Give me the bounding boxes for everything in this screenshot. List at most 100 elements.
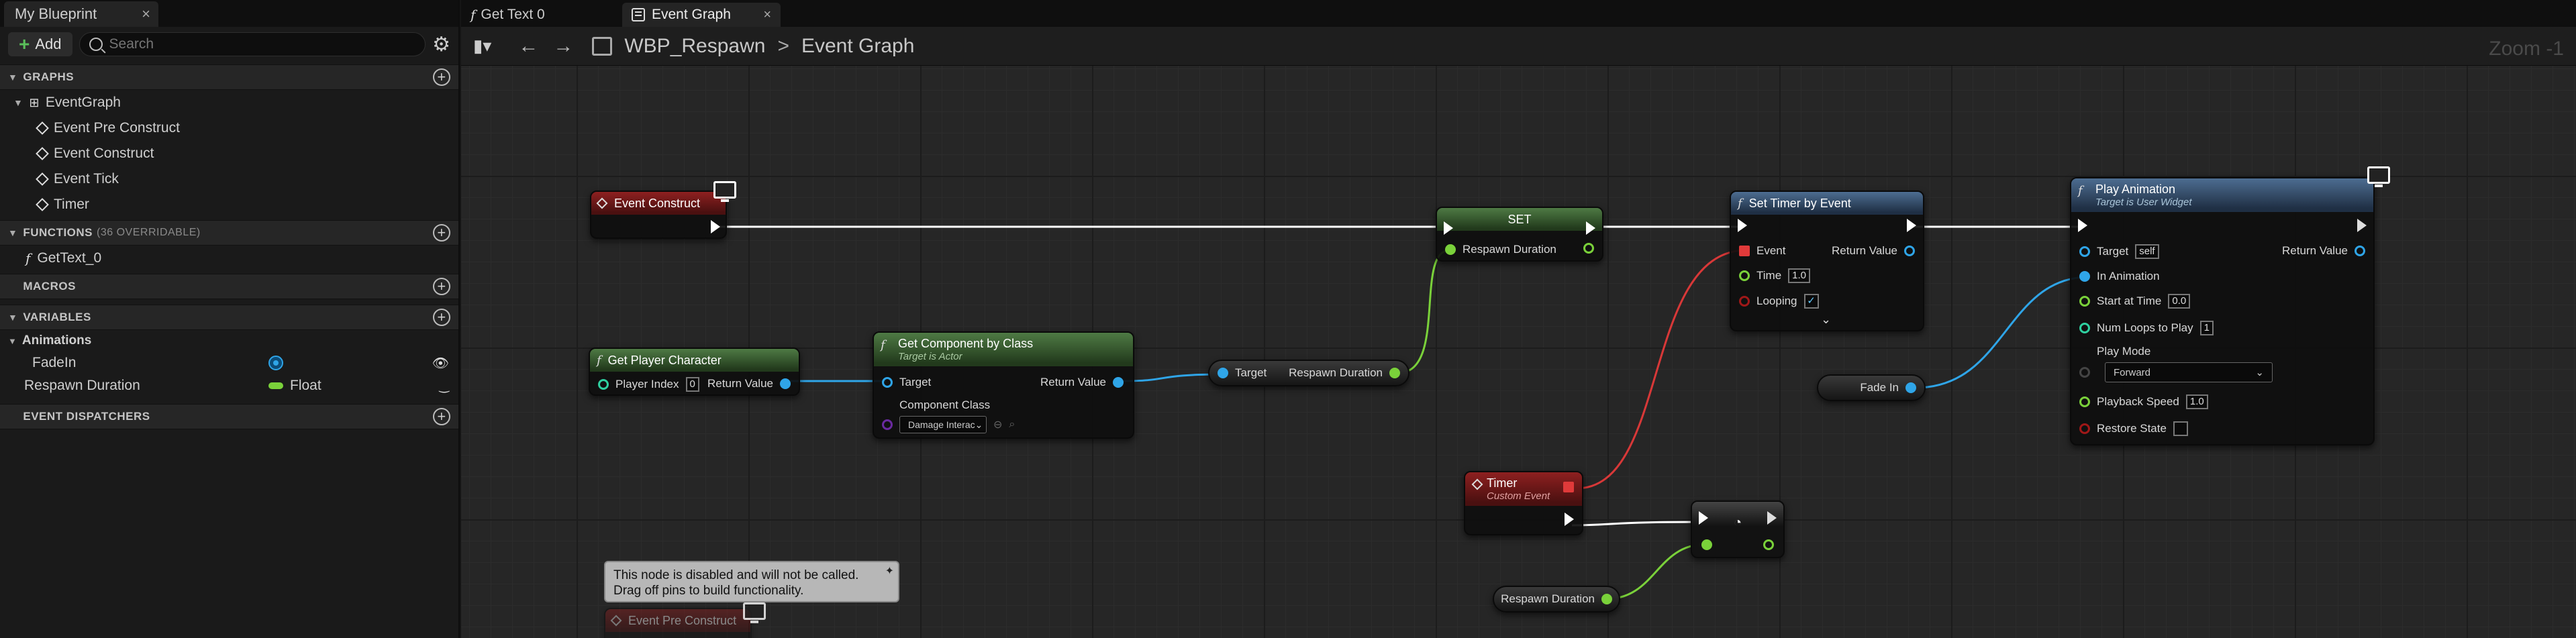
return-value-pin[interactable]: Return Value [707, 377, 791, 390]
respawn-duration-in-pin[interactable]: Respawn Duration [1445, 243, 1556, 256]
node-set[interactable]: SET Respawn Duration [1436, 207, 1603, 262]
exec-out-pin[interactable] [1767, 511, 1777, 525]
tree-item-eventgraph[interactable]: ▼ ⊞ EventGraph [0, 90, 458, 115]
component-class-dropdown[interactable]: Damage Interac ⌄ [899, 416, 987, 433]
close-icon[interactable]: × [763, 7, 771, 23]
target-pin[interactable]: Target [1218, 366, 1267, 380]
node-get-component-by-class[interactable]: f Get Component by Class Target is Actor… [873, 331, 1134, 439]
variable-fadein[interactable]: FadeIn 👁 [0, 352, 458, 374]
node-respawn-duration-getter[interactable]: Target Respawn Duration [1208, 360, 1409, 386]
exec-in-pin[interactable] [2078, 219, 2087, 232]
delegate-out-pin[interactable] [1563, 482, 1574, 492]
respawn-duration-out-pin[interactable]: Respawn Duration [1501, 592, 1612, 606]
exec-out-pin[interactable] [1907, 219, 1916, 232]
target-pin[interactable]: Target self [2079, 244, 2159, 259]
node-event-construct[interactable]: Event Construct [590, 191, 727, 239]
add-macro-icon[interactable]: + [433, 278, 450, 295]
tree-item-gettext[interactable]: f GetText_0 [0, 246, 458, 271]
node-play-animation[interactable]: f Play Animation Target is User Widget T… [2070, 177, 2375, 445]
tree-item-event-tick[interactable]: Event Tick [0, 166, 458, 192]
use-selected-icon[interactable]: ⊖ [993, 418, 1002, 431]
start-at-time-value[interactable]: 0.0 [2168, 294, 2191, 309]
breadcrumb-blueprint[interactable]: WBP_Respawn [624, 35, 765, 58]
playback-speed-pin[interactable]: Playback Speed 1.0 [2079, 394, 2208, 409]
section-event-dispatchers[interactable]: ▼ EVENT DISPATCHERS + [0, 404, 458, 429]
eye-closed-icon[interactable]: ‿ [440, 379, 449, 393]
variable-category-animations[interactable]: ▼ Animations [0, 330, 458, 352]
variable-type[interactable] [268, 356, 283, 370]
search-input[interactable] [109, 36, 426, 52]
play-mode-dropdown[interactable]: Forward ⌄ [2105, 362, 2273, 382]
looping-pin[interactable]: Looping ✓ [1739, 294, 1819, 309]
section-macros[interactable]: ▼ MACROS + [0, 274, 458, 299]
event-pin[interactable]: Event [1739, 244, 1785, 258]
exec-in-pin[interactable] [1738, 219, 1747, 232]
close-icon[interactable]: × [142, 5, 150, 23]
duration-in-pin[interactable] [1701, 539, 1712, 550]
restore-state-checkbox[interactable] [2173, 421, 2188, 436]
exec-out-pin[interactable] [2357, 219, 2367, 232]
event-graph-canvas[interactable]: Event Construct f Get Player Character P… [461, 66, 2576, 638]
node-set-timer-by-event[interactable]: f Set Timer by Event Event Return Value … [1730, 191, 1924, 331]
eye-icon[interactable]: 👁 [432, 355, 449, 372]
component-class-pin[interactable]: Component Class Damage Interac ⌄ ⊖ ⌕ [882, 398, 1015, 433]
collapse-arrow-icon[interactable]: ▼ [8, 72, 17, 83]
pin-icon[interactable]: ✦ [885, 564, 894, 579]
time-pin[interactable]: Time 1.0 [1739, 268, 1811, 283]
return-value-pin[interactable]: Return Value [1040, 376, 1124, 389]
tree-item-event-pre-construct[interactable]: Event Pre Construct [0, 115, 458, 141]
variable-respawn-duration[interactable]: Respawn Duration Float ‿ [0, 374, 458, 397]
return-value-pin[interactable]: Return Value [1832, 244, 1915, 258]
node-event-pre-construct[interactable]: Event Pre Construct [604, 608, 752, 638]
expand-chevron-icon[interactable]: ⌄ [1821, 313, 1831, 327]
play-mode-pin[interactable]: Play Mode Forward ⌄ [2079, 345, 2273, 382]
num-loops-value[interactable]: 1 [2199, 321, 2214, 335]
node-fade-in-getter[interactable]: Fade In [1817, 374, 1926, 401]
fade-in-out-pin[interactable]: Fade In [1860, 381, 1916, 394]
collapse-arrow-icon[interactable]: ▼ [8, 312, 17, 323]
time-value[interactable]: 1.0 [1788, 268, 1811, 283]
node-delay[interactable]: ◔ [1691, 500, 1785, 558]
add-variable-icon[interactable]: + [433, 309, 450, 326]
disabled-node-comment[interactable]: This node is disabled and will not be ca… [604, 561, 899, 602]
exec-in-pin[interactable] [1444, 221, 1453, 235]
player-index-pin[interactable]: Player Index 0 [598, 377, 699, 392]
add-graph-icon[interactable]: + [433, 68, 450, 86]
tab-event-graph[interactable]: Event Graph × [622, 3, 781, 27]
section-functions[interactable]: ▼ FUNCTIONS (36 OVERRIDABLE) + [0, 220, 458, 246]
section-graphs[interactable]: ▼ GRAPHS + [0, 64, 458, 90]
exec-out-pin[interactable] [1586, 221, 1595, 235]
return-value-pin[interactable]: Return Value [2282, 244, 2365, 258]
add-event-dispatcher-icon[interactable]: + [433, 408, 450, 425]
exec-out-pin[interactable] [1565, 513, 1574, 526]
tree-item-event-construct[interactable]: Event Construct [0, 141, 458, 166]
bookmark-icon[interactable]: ▮▾ [473, 36, 491, 56]
node-respawn-duration-variable[interactable]: Respawn Duration [1493, 586, 1620, 613]
gear-icon[interactable]: ⚙ [432, 33, 450, 56]
completed-out-pin[interactable] [1763, 539, 1774, 550]
start-at-time-pin[interactable]: Start at Time 0.0 [2079, 294, 2191, 309]
respawn-duration-out-pin[interactable]: Respawn Duration [1289, 366, 1400, 380]
tab-get-text-0[interactable]: f Get Text 0 [461, 3, 615, 27]
collapse-arrow-icon[interactable]: ▼ [13, 97, 23, 108]
node-timer-custom-event[interactable]: Timer Custom Event [1464, 471, 1583, 535]
add-function-icon[interactable]: + [433, 224, 450, 242]
collapse-arrow-icon[interactable]: ▼ [8, 227, 17, 238]
exec-out-pin[interactable] [711, 220, 720, 233]
looping-checkbox[interactable]: ✓ [1803, 294, 1819, 309]
my-blueprint-tab[interactable]: My Blueprint × [4, 1, 158, 27]
section-variables[interactable]: ▼ VARIABLES + [0, 305, 458, 330]
exec-in-pin[interactable] [1699, 511, 1708, 525]
tree-item-timer[interactable]: Timer [0, 192, 458, 217]
in-animation-pin[interactable]: In Animation [2079, 270, 2160, 283]
back-arrow-icon[interactable]: ← [518, 35, 538, 58]
respawn-duration-out-pin[interactable] [1583, 243, 1594, 254]
player-index-value[interactable]: 0 [685, 377, 699, 392]
restore-state-pin[interactable]: Restore State [2079, 421, 2188, 436]
variable-type[interactable]: Float [268, 378, 321, 394]
forward-arrow-icon[interactable]: → [553, 35, 573, 58]
search-box[interactable] [79, 32, 426, 56]
browse-icon[interactable]: ⌕ [1009, 419, 1015, 431]
node-get-player-character[interactable]: f Get Player Character Player Index 0 Re… [589, 348, 800, 396]
target-pin[interactable]: Target [882, 376, 931, 389]
